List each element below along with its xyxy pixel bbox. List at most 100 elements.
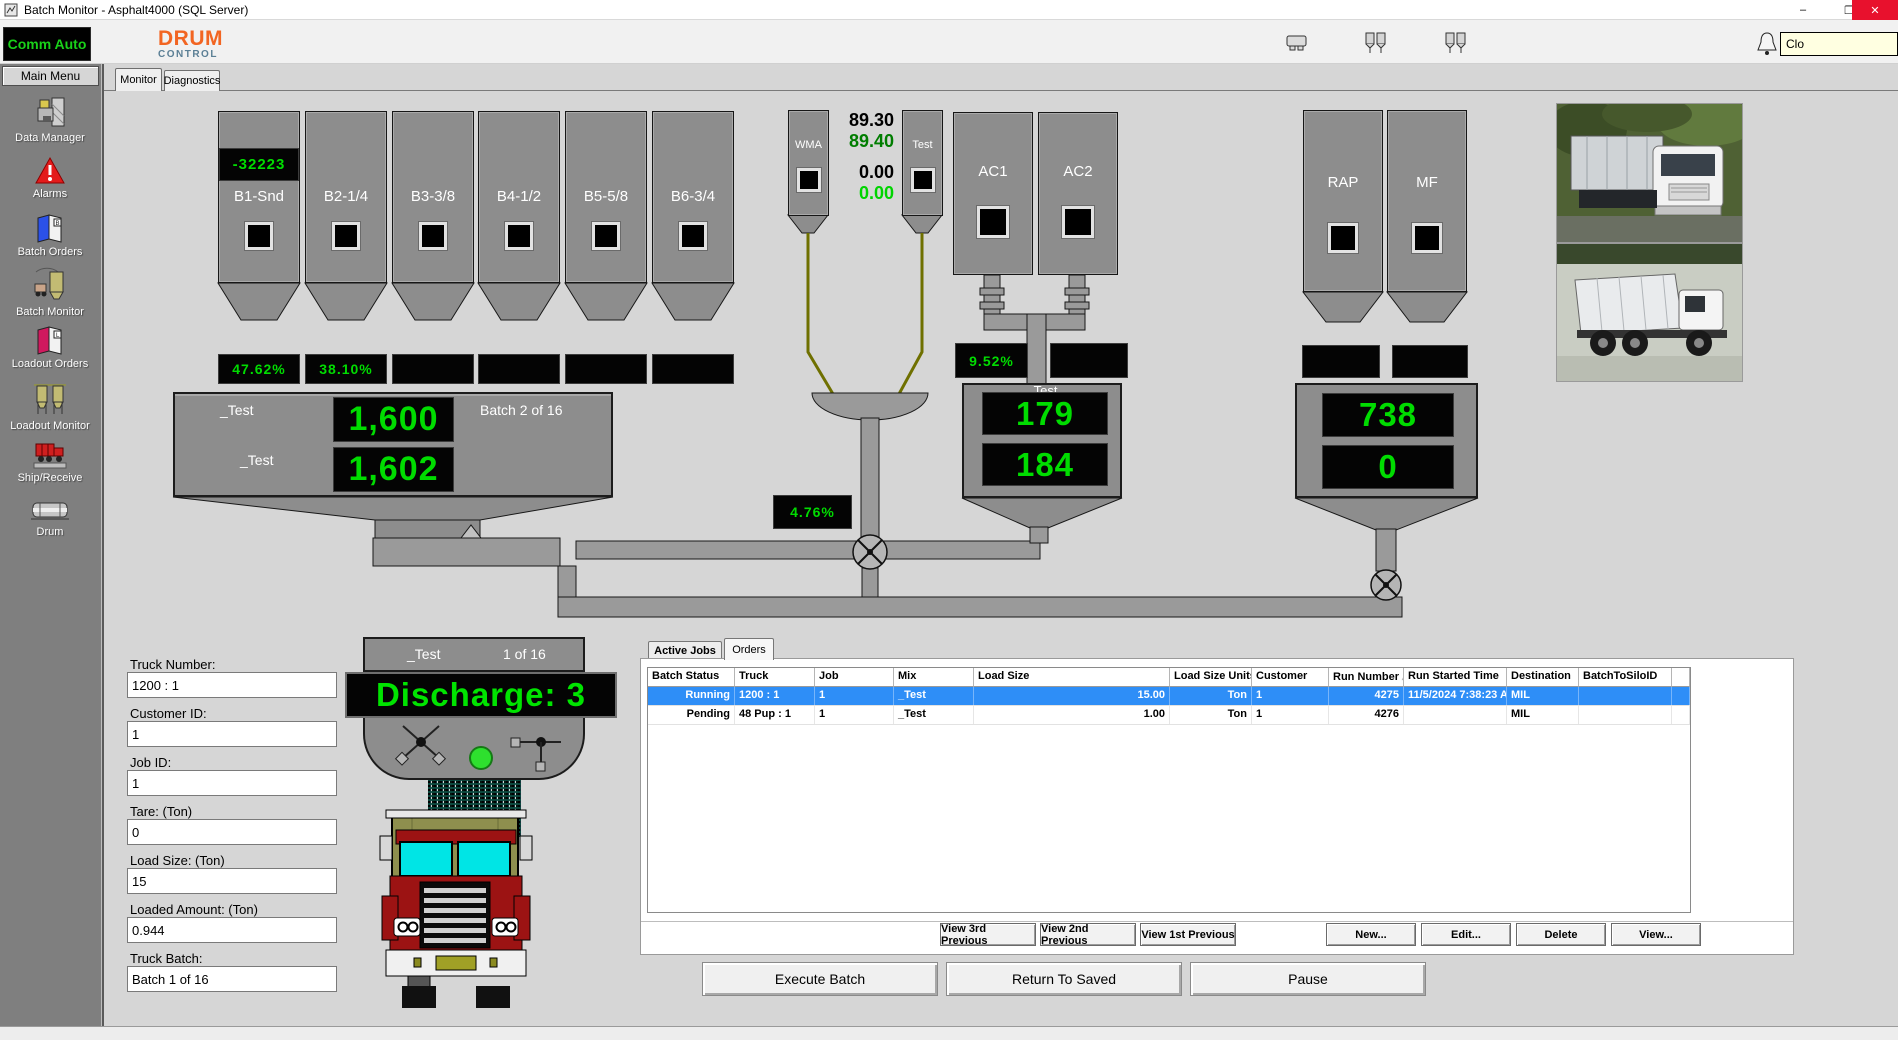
- execute-batch-button[interactable]: Execute Batch: [702, 962, 938, 996]
- bin-b4-gate[interactable]: [505, 222, 533, 250]
- truck-photo-1: [1556, 103, 1743, 243]
- field-label: Truck Batch:: [130, 951, 202, 966]
- tab-orders[interactable]: Orders: [724, 638, 774, 660]
- truck-photo-2: [1556, 243, 1743, 382]
- loadout-silo-header: _Test 1 of 16: [363, 637, 585, 672]
- tank-ac1-valve[interactable]: [977, 206, 1009, 238]
- sidebar-item-batch-monitor[interactable]: Batch Monitor: [0, 266, 100, 318]
- delete-button[interactable]: Delete: [1516, 923, 1606, 946]
- bin-b4: B4-1/2: [478, 111, 560, 283]
- customer-id-field[interactable]: [127, 721, 337, 747]
- silo-mf-gate[interactable]: [1412, 223, 1442, 253]
- rap-scale-target: 738: [1322, 393, 1454, 437]
- logo-drum: DRUM: [158, 27, 223, 51]
- sidebar-item-batch-orders[interactable]: B Batch Orders: [0, 212, 100, 258]
- tank-wma-valve[interactable]: [797, 168, 821, 192]
- column-header[interactable]: BatchToSiloID: [1579, 668, 1672, 687]
- tab-diagnostics[interactable]: Diagnostics: [164, 70, 220, 91]
- comm-auto-button[interactable]: Comm Auto: [3, 27, 91, 61]
- column-header[interactable]: Load Size Units: [1170, 668, 1252, 687]
- column-header[interactable]: Batch Status: [648, 668, 735, 687]
- table-cell: 4276: [1329, 706, 1404, 724]
- job-id-field[interactable]: [127, 770, 337, 796]
- bin-b6-gate[interactable]: [679, 222, 707, 250]
- table-cell: [1579, 687, 1672, 705]
- sidebar-item-drum[interactable]: Drum: [0, 498, 100, 538]
- column-header[interactable]: Load Size: [974, 668, 1170, 687]
- bin-b2-gate[interactable]: [332, 222, 360, 250]
- tank-ac2: AC2: [1038, 112, 1118, 275]
- minimize-button[interactable]: –: [1790, 0, 1816, 20]
- table-row[interactable]: Pending48 Pup : 11_Test1.00Ton14276MIL: [648, 706, 1690, 725]
- sidebar-item-ship-receive[interactable]: Ship/Receive: [0, 438, 100, 484]
- alarm-bell-icon[interactable]: [1756, 31, 1778, 57]
- bin-b1-gate[interactable]: [245, 222, 273, 250]
- field-label: Customer ID:: [130, 706, 207, 721]
- close-button[interactable]: ✕: [1852, 0, 1898, 20]
- tank-label: Test: [903, 139, 942, 151]
- orders-panel: Batch StatusTruckJobMixLoad SizeLoad Siz…: [640, 658, 1794, 955]
- loadout-cart-icon[interactable]: [1285, 34, 1309, 52]
- tab-monitor[interactable]: Monitor: [115, 68, 162, 91]
- tank-wma: WMA: [788, 110, 829, 216]
- tare-field[interactable]: [127, 819, 337, 845]
- table-cell: Pending: [648, 706, 735, 724]
- new-button[interactable]: New...: [1326, 923, 1416, 946]
- sidebar-item-label: Batch Monitor: [16, 306, 84, 318]
- sidebar-item-loadout-orders[interactable]: L Loadout Orders: [0, 324, 100, 370]
- tooltip: Clo: [1780, 32, 1898, 56]
- column-header[interactable]: Destination: [1507, 668, 1579, 687]
- readout-1: 89.30: [828, 110, 894, 131]
- readout-3: 0.00: [828, 162, 894, 183]
- column-header[interactable]: Job: [815, 668, 894, 687]
- sidebar-item-data-manager[interactable]: Data Manager: [0, 96, 100, 144]
- table-cell: [1672, 687, 1690, 705]
- drum-control-logo: DRUM CONTROL: [158, 27, 223, 60]
- loaded-amount-field[interactable]: [127, 917, 337, 943]
- bin-b3-gate[interactable]: [419, 222, 447, 250]
- pause-button[interactable]: Pause: [1190, 962, 1426, 996]
- column-header[interactable]: Mix: [894, 668, 974, 687]
- batch-orders-book-icon: B: [34, 212, 66, 244]
- view-button[interactable]: View...: [1611, 923, 1701, 946]
- table-cell: [1579, 706, 1672, 724]
- column-header[interactable]: Run Started Time: [1404, 668, 1507, 687]
- agg-actual-display: 1,602: [333, 447, 454, 492]
- ac-scale-actual: 184: [982, 443, 1108, 486]
- view-3rd-previous-button[interactable]: View 3rd Previous: [940, 923, 1036, 946]
- bin-label: B3-3/8: [393, 188, 473, 205]
- load-size-field[interactable]: [127, 868, 337, 894]
- aggregate-weigh-hopper: _Test 1,600 Batch 2 of 16 _Test 1,602: [173, 392, 613, 497]
- silo-rap: RAP: [1303, 110, 1383, 292]
- title-bar: Batch Monitor - Asphalt4000 (SQL Server)…: [0, 0, 1898, 20]
- edit-button[interactable]: Edit...: [1421, 923, 1511, 946]
- orders-table-header: Batch StatusTruckJobMixLoad SizeLoad Siz…: [648, 668, 1690, 687]
- view-1st-previous-button[interactable]: View 1st Previous: [1140, 923, 1236, 946]
- view-2nd-previous-button[interactable]: View 2nd Previous: [1040, 923, 1136, 946]
- sidebar-item-label: Data Manager: [15, 132, 85, 144]
- bin-b5-gate[interactable]: [592, 222, 620, 250]
- silo-rap-gate[interactable]: [1328, 223, 1358, 253]
- column-header[interactable]: [1672, 668, 1690, 687]
- silo-label: MF: [1388, 174, 1466, 191]
- table-cell: [1404, 706, 1507, 724]
- tank-ac2-valve[interactable]: [1062, 206, 1094, 238]
- bin-label: B1-Snd: [219, 188, 299, 205]
- column-header[interactable]: Run Number ▴: [1329, 668, 1404, 687]
- silo-pair-icon-1[interactable]: [1363, 32, 1389, 54]
- column-header[interactable]: Customer: [1252, 668, 1329, 687]
- bin-b3-percent: [392, 354, 474, 384]
- main-menu-header[interactable]: Main Menu: [2, 66, 99, 86]
- drum-icon: [30, 498, 70, 524]
- truck-batch-field[interactable]: [127, 966, 337, 992]
- toolbar: Comm Auto DRUM CONTROL Clo: [0, 20, 1898, 64]
- silo-pair-icon-2[interactable]: [1443, 32, 1469, 54]
- sidebar-item-loadout-monitor[interactable]: Loadout Monitor: [0, 382, 100, 432]
- tank-test-valve[interactable]: [911, 168, 935, 192]
- rap-scale-actual: 0: [1322, 445, 1454, 489]
- table-row[interactable]: Running1200 : 11_Test15.00Ton1427511/5/2…: [648, 687, 1690, 706]
- return-to-saved-button[interactable]: Return To Saved: [946, 962, 1182, 996]
- sidebar-item-alarms[interactable]: Alarms: [0, 156, 100, 200]
- truck-number-field[interactable]: [127, 672, 337, 698]
- column-header[interactable]: Truck: [735, 668, 815, 687]
